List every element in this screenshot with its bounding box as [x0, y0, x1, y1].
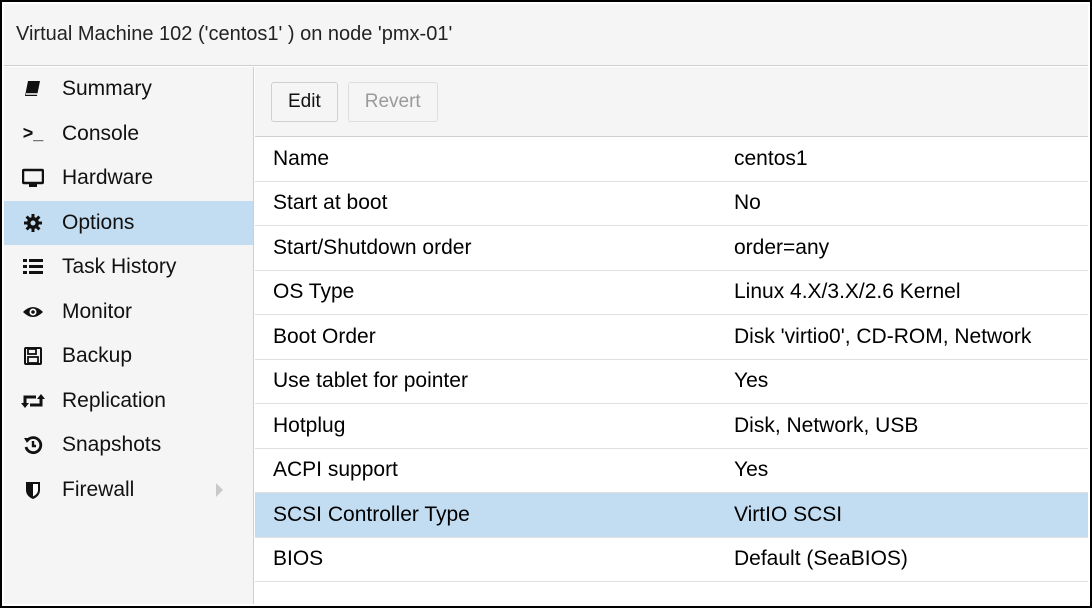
options-row-os-type[interactable]: OS Type Linux 4.X/3.X/2.6 Kernel [255, 271, 1088, 315]
option-key: OS Type [273, 280, 355, 304]
revert-button[interactable]: Revert [347, 81, 438, 122]
floppy-icon [20, 344, 46, 368]
option-key: Use tablet for pointer [273, 369, 468, 393]
option-key: Boot Order [273, 324, 376, 348]
options-panel: Edit Revert Name centos1 Start at boot N… [255, 67, 1088, 604]
options-grid: Name centos1 Start at boot No Start/Shut… [255, 137, 1088, 582]
option-value: Yes [734, 458, 769, 482]
sidebar-item-monitor[interactable]: Monitor [4, 290, 253, 335]
sidebar-item-label: Options [62, 210, 135, 234]
option-key: BIOS [273, 547, 324, 571]
options-row-startup-order[interactable]: Start/Shutdown order order=any [255, 226, 1088, 271]
book-icon [20, 77, 46, 101]
option-value: VirtIO SCSI [734, 502, 843, 526]
edit-button[interactable]: Edit [271, 81, 338, 122]
option-key: Start at boot [273, 191, 388, 215]
monitor-icon [20, 166, 46, 190]
sidebar-item-hardware[interactable]: Hardware [4, 156, 253, 201]
option-key: ACPI support [273, 458, 398, 482]
sidebar-item-backup[interactable]: Backup [4, 334, 253, 379]
options-row-boot-order[interactable]: Boot Order Disk 'virtio0', CD-ROM, Netwo… [255, 315, 1088, 360]
history-icon [20, 433, 46, 457]
options-row-scsi-controller[interactable]: SCSI Controller Type VirtIO SCSI [255, 493, 1088, 538]
option-value: centos1 [734, 146, 808, 170]
sidebar-item-label: Summary [62, 77, 152, 101]
list-icon [20, 255, 46, 279]
sidebar-item-label: Monitor [62, 299, 133, 323]
sidebar-item-snapshots[interactable]: Snapshots [4, 423, 253, 468]
sidebar-item-label: Console [62, 121, 140, 145]
sidebar-item-console[interactable]: >_ Console [4, 112, 253, 157]
option-value: order=any [734, 235, 830, 259]
option-value: Disk 'virtio0', CD-ROM, Network [734, 324, 1032, 348]
options-row-tablet-pointer[interactable]: Use tablet for pointer Yes [255, 360, 1088, 404]
sidebar-item-label: Hardware [62, 166, 154, 190]
option-key: Start/Shutdown order [273, 235, 472, 259]
sidebar: Summary >_ Console Hardware Options Task… [4, 67, 254, 604]
retweet-icon [20, 389, 46, 413]
sidebar-item-firewall[interactable]: Firewall [4, 468, 253, 513]
option-value: Linux 4.X/3.X/2.6 Kernel [734, 280, 961, 304]
option-value: Disk, Network, USB [734, 413, 919, 437]
sidebar-item-label: Backup [62, 344, 133, 368]
options-row-name[interactable]: Name centos1 [255, 137, 1088, 182]
sidebar-item-label: Task History [62, 255, 177, 279]
options-row-bios[interactable]: BIOS Default (SeaBIOS) [255, 538, 1088, 582]
gear-icon [20, 211, 46, 235]
sidebar-item-label: Firewall [62, 477, 135, 501]
option-value: Default (SeaBIOS) [734, 547, 908, 571]
sidebar-item-task-history[interactable]: Task History [4, 245, 253, 290]
shield-icon [20, 478, 46, 502]
options-row-hotplug[interactable]: Hotplug Disk, Network, USB [255, 404, 1088, 449]
vm-window: Virtual Machine 102 ('centos1' ) on node… [0, 0, 1092, 608]
submenu-arrow-icon[interactable] [216, 482, 223, 497]
terminal-icon: >_ [22, 123, 44, 144]
option-key: Hotplug [273, 413, 346, 437]
sidebar-item-replication[interactable]: Replication [4, 379, 253, 424]
option-key: Name [273, 146, 330, 170]
eye-icon [20, 300, 46, 324]
sidebar-item-options[interactable]: Options [4, 200, 253, 245]
sidebar-item-label: Snapshots [62, 433, 162, 457]
options-row-start-at-boot[interactable]: Start at boot No [255, 182, 1088, 226]
options-row-acpi-support[interactable]: ACPI support Yes [255, 449, 1088, 493]
sidebar-item-label: Replication [62, 388, 166, 412]
sidebar-item-summary[interactable]: Summary [4, 67, 253, 112]
option-key: SCSI Controller Type [273, 502, 470, 526]
option-value: No [734, 191, 761, 215]
option-value: Yes [734, 369, 769, 393]
window-title: Virtual Machine 102 ('centos1' ) on node… [4, 4, 1088, 66]
toolbar: Edit Revert [255, 67, 1088, 137]
